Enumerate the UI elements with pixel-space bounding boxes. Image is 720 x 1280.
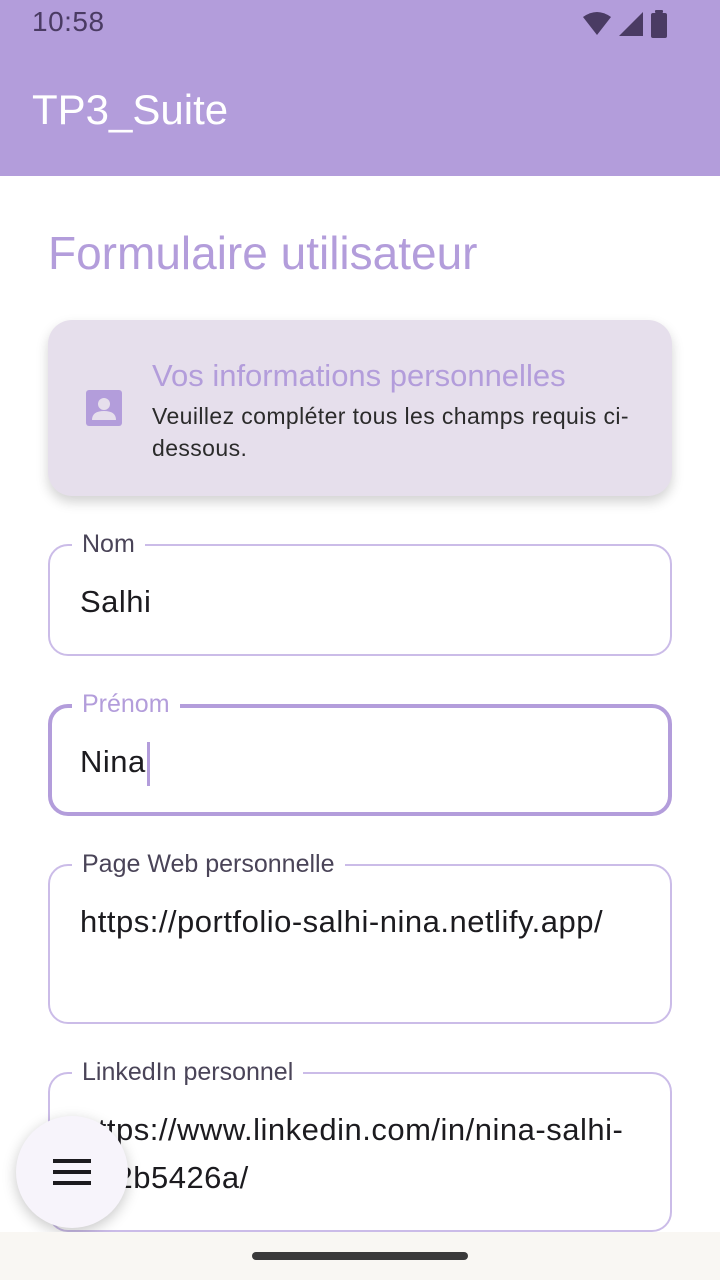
prenom-input[interactable]: Nina (80, 738, 640, 786)
card-title: Vos informations personnelles (152, 358, 566, 393)
linkedin-label: LinkedIn personnel (72, 1052, 304, 1092)
status-time: 10:58 (32, 6, 105, 37)
menu-icon (53, 1159, 91, 1185)
text-cursor (146, 741, 150, 786)
nom-value[interactable]: Salhi (80, 578, 640, 626)
app-header: 10:58 TP3_Suite (0, 0, 720, 176)
web-page-value[interactable]: https://portfolio-salhi-nina.netlify.app… (80, 898, 640, 946)
prenom-value: Nina (80, 744, 146, 779)
battery-icon (651, 10, 667, 38)
account-box-icon (86, 390, 122, 426)
system-nav-bar (0, 1232, 720, 1280)
home-gesture-bar[interactable] (252, 1252, 468, 1260)
nom-field[interactable]: Nom Salhi (48, 524, 672, 656)
status-icons (582, 10, 668, 38)
web-page-field[interactable]: Page Web personnelle https://portfolio-s… (48, 844, 672, 1024)
cellular-signal-icon (619, 12, 643, 36)
prenom-field[interactable]: Prénom Nina (48, 684, 672, 816)
prenom-label: Prénom (72, 684, 180, 724)
page-title: Formulaire utilisateur (48, 227, 478, 279)
nom-label: Nom (72, 524, 145, 564)
wifi-icon (583, 12, 611, 35)
card-description: Veuillez compléter tous les champs requi… (152, 403, 629, 461)
info-card: Vos informations personnelles Veuillez c… (48, 320, 672, 496)
screen: 10:58 TP3_Suite Formulaire utilisateur V… (0, 0, 720, 1280)
web-page-label: Page Web personnelle (72, 844, 345, 884)
linkedin-value[interactable]: https://www.linkedin.com/in/nina-salhi-8… (80, 1106, 640, 1202)
menu-fab[interactable] (16, 1116, 128, 1228)
app-title: TP3_Suite (32, 86, 229, 133)
linkedin-field[interactable]: LinkedIn personnel https://www.linkedin.… (48, 1052, 672, 1232)
